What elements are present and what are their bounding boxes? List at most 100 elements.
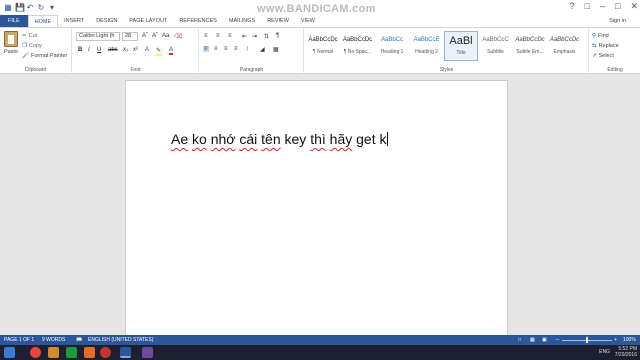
chrome-icon[interactable] [30, 347, 41, 358]
system-clock[interactable]: 5:52 PM 7/29/2016 [615, 346, 637, 358]
app2-icon[interactable] [142, 347, 153, 358]
tab-design[interactable]: DESIGN [90, 15, 123, 27]
customize-qat-icon[interactable]: ▾ [48, 3, 56, 12]
doc-word: ko [192, 131, 207, 147]
change-case-icon[interactable]: Aa [162, 33, 169, 39]
paste-button[interactable]: Paste [3, 31, 19, 55]
subscript-icon[interactable]: x₂ [123, 47, 128, 53]
doc-word: nhớ [210, 131, 236, 147]
clear-formatting-icon[interactable]: ⌫ [174, 33, 182, 40]
document-text[interactable]: Ae ko nhớ cái tên key thì hãy get k [171, 131, 388, 147]
print-layout-icon[interactable]: ▦ [530, 335, 535, 345]
tab-page-layout[interactable]: PAGE LAYOUT [123, 15, 173, 27]
superscript-icon[interactable]: x² [133, 47, 138, 53]
tab-mailings[interactable]: MAILINGS [223, 15, 261, 27]
language-indicator[interactable]: ENGLISH (UNITED STATES) [88, 335, 153, 345]
show-hide-icon[interactable]: ¶ [276, 33, 279, 39]
bullets-icon[interactable]: ≡ [204, 33, 208, 39]
tab-file[interactable]: FILE [0, 15, 28, 27]
style-heading-1[interactable]: AaBbCc Heading 1 [375, 31, 409, 61]
copy-button[interactable]: ❐ Copy [22, 41, 67, 51]
style-heading-2[interactable]: AaBbCcE Heading 2 [410, 31, 444, 61]
font-size-select[interactable]: 28 [122, 32, 138, 41]
highlight-icon[interactable]: ✎ [156, 47, 162, 56]
sort-icon[interactable]: ⇅ [264, 33, 269, 40]
style-title[interactable]: AaBl Title [444, 31, 478, 61]
word-app-icon[interactable]: ▦ [4, 3, 12, 12]
input-language[interactable]: ENG [599, 349, 610, 355]
zoom-slider-thumb[interactable] [586, 337, 588, 343]
replace-button[interactable]: ⇆ Replace [592, 41, 619, 51]
grow-font-icon[interactable]: Aˆ [142, 33, 148, 39]
numbering-icon[interactable]: ≡ [216, 33, 220, 39]
zoom-out-icon[interactable]: – [556, 335, 559, 345]
restore-icon[interactable]: □ [615, 1, 620, 12]
ribbon-display-icon[interactable]: □ [585, 1, 590, 12]
save-icon[interactable]: 💾 [15, 3, 25, 12]
help-icon[interactable]: ? [570, 1, 575, 12]
multilevel-list-icon[interactable]: ≡ [228, 33, 232, 39]
style-normal[interactable]: AaBbCcDc ¶ Normal [306, 31, 340, 61]
quick-access-toolbar: ▦ 💾 ↶ ↻ ▾ [0, 3, 56, 12]
start-icon[interactable] [4, 347, 15, 358]
minimize-icon[interactable]: – [600, 1, 605, 12]
style-subtle-emphasis[interactable]: AaBbCcDc Subtle Em... [513, 31, 547, 61]
font-color-icon[interactable]: A [169, 47, 174, 55]
proofing-icon[interactable]: 📖 [76, 335, 82, 345]
tab-review[interactable]: REVIEW [261, 15, 295, 27]
tab-references[interactable]: REFERENCES [173, 15, 223, 27]
doc-word: get [356, 131, 376, 147]
zoom-in-icon[interactable]: + [614, 335, 617, 345]
cut-button[interactable]: ✂ Cut [22, 31, 67, 41]
page-count[interactable]: PAGE 1 OF 1 [4, 335, 34, 345]
align-left-icon[interactable]: ≡ [203, 46, 209, 52]
find-button[interactable]: ⚲ Find [592, 31, 619, 41]
replace-label: Replace [598, 43, 619, 49]
italic-icon[interactable]: I [88, 47, 90, 53]
tab-insert[interactable]: INSERT [58, 15, 90, 27]
record-icon[interactable] [100, 347, 111, 358]
style-name: Subtle Em... [516, 49, 544, 55]
font-name-select[interactable]: Calibri Light (h [76, 32, 120, 41]
line-spacing-icon[interactable]: ↕ [246, 46, 249, 52]
select-button[interactable]: ↗ Select [592, 51, 619, 61]
style-no-spacing[interactable]: AaBbCcDc ¶ No Spac... [341, 31, 375, 61]
undo-icon[interactable]: ↶ [26, 3, 34, 12]
decrease-indent-icon[interactable]: ⇤ [242, 33, 247, 40]
style-name: Emphasis [553, 49, 576, 55]
read-mode-icon[interactable]: □ [518, 335, 521, 345]
strikethrough-icon[interactable]: abc [108, 47, 118, 53]
xbox-icon[interactable] [66, 347, 77, 358]
redo-icon[interactable]: ↻ [37, 3, 45, 12]
shading-icon[interactable]: ◢ [260, 46, 265, 53]
format-painter-button[interactable]: 🖌 Format Painter [22, 51, 67, 61]
file-explorer-icon[interactable] [48, 347, 59, 358]
bold-icon[interactable]: B [78, 47, 82, 53]
search-icon: ⚲ [592, 33, 597, 39]
document-page[interactable]: Ae ko nhớ cái tên key thì hãy get k [125, 80, 508, 340]
tab-home[interactable]: HOME [27, 15, 59, 27]
web-layout-icon[interactable]: ▣ [542, 335, 547, 345]
shrink-font-icon[interactable]: Aˇ [152, 33, 158, 39]
text-effects-icon[interactable]: A [145, 47, 149, 53]
text-cursor [386, 132, 388, 146]
zoom-level[interactable]: 100% [623, 335, 636, 345]
align-right-icon[interactable]: ≡ [224, 46, 228, 52]
app-icon[interactable] [84, 347, 95, 358]
close-icon[interactable]: ✕ [630, 1, 638, 12]
underline-icon[interactable]: U [97, 47, 101, 53]
bandicam-watermark: www.BANDICAM.com [257, 3, 376, 15]
borders-icon[interactable]: ▦ [273, 46, 279, 53]
align-center-icon[interactable]: ≡ [214, 46, 218, 52]
word-taskbar-icon[interactable] [120, 347, 131, 358]
word-count[interactable]: 9 WORDS [42, 335, 65, 345]
justify-icon[interactable]: ≡ [234, 46, 238, 52]
tab-view[interactable]: VIEW [295, 15, 321, 27]
increase-indent-icon[interactable]: ⇥ [252, 33, 257, 40]
style-emphasis[interactable]: AaBbCcDc Emphasis [548, 31, 582, 61]
doc-word: hãy [329, 131, 353, 147]
sign-in-link[interactable]: Sign in [609, 15, 626, 27]
style-name: ¶ Normal [312, 49, 334, 55]
style-subtitle[interactable]: AaBbCcC Subtitle [479, 31, 513, 61]
editing-group-label: Editing [607, 67, 623, 73]
